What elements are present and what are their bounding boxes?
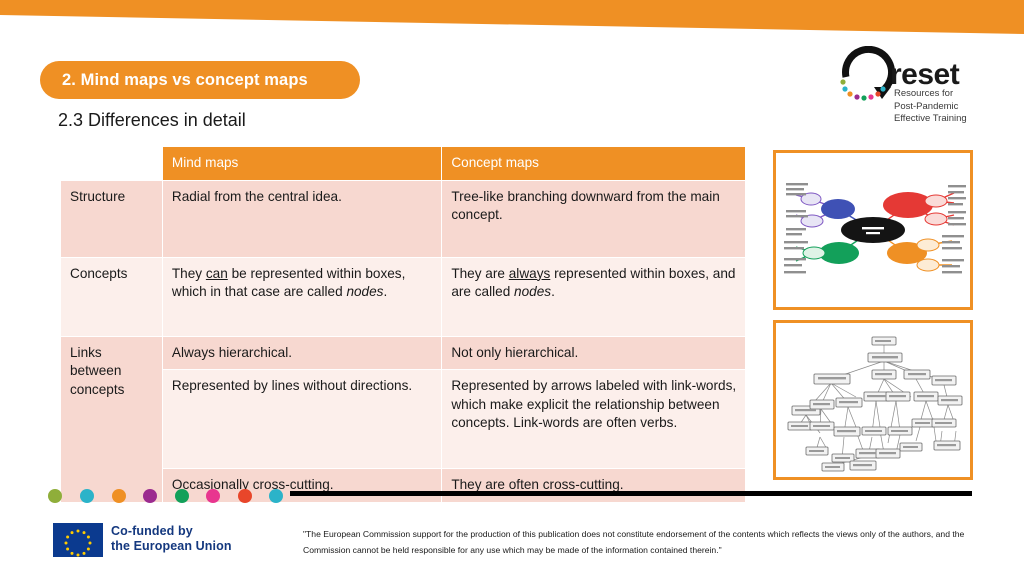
brand-dot <box>206 489 220 503</box>
cell-structure-mind-maps: Radial from the central idea. <box>162 180 442 257</box>
cell-links-3-concept-maps: They are often cross-cutting. <box>442 469 745 502</box>
top-banner <box>0 0 1024 34</box>
cell-links-1-concept-maps: Not only hierarchical. <box>442 336 745 369</box>
cell-links-2-concept-maps: Represented by arrows labeled with link-… <box>442 370 745 468</box>
table-header-mind-maps-label: Mind maps <box>171 155 239 170</box>
text-underlined: can <box>205 265 228 281</box>
table-header-empty <box>61 147 162 180</box>
logo-tagline: Resources for Post-Pandemic Effective Tr… <box>894 88 967 126</box>
brand-dot <box>80 489 94 503</box>
eu-funding-line2: the European Union <box>111 539 232 553</box>
row-label-links-between-concepts: Links between concepts <box>61 336 162 502</box>
logo-tagline-line1: Resources for <box>894 88 954 99</box>
text-fragment: . <box>383 284 388 299</box>
text-fragment: They are <box>451 265 509 281</box>
row-label-structure: Structure <box>61 180 162 257</box>
disclaimer-text: "The European Commission support for the… <box>303 529 965 555</box>
reset-logo: reset Resources for Post-Pandemic Effect… <box>838 45 988 126</box>
page-subtitle: 2.3 Differences in detail <box>58 110 246 130</box>
eu-funding-line1: Co-funded by <box>111 524 193 538</box>
text-italic: nodes <box>514 284 552 299</box>
brand-dot <box>48 489 62 503</box>
table-row-links-1: Links between concepts Always hierarchic… <box>61 336 745 502</box>
cell-links-1-mind-maps: Always hierarchical. <box>162 336 442 369</box>
concept-map-example-image <box>773 320 973 480</box>
brand-dot <box>143 489 157 503</box>
footer-divider <box>290 491 972 496</box>
row-label-concepts: Concepts <box>61 257 162 336</box>
mind-map-example-image <box>773 150 973 310</box>
brand-dot <box>238 489 252 503</box>
brand-dot <box>112 489 126 503</box>
logo-tagline-line2: Post-Pandemic <box>894 100 959 112</box>
brand-dot <box>175 489 189 503</box>
comparison-table: Mind maps Concept maps Structure Radial … <box>60 146 746 503</box>
table-row-links-2: Represented by lines without directions.… <box>61 370 745 468</box>
text-fragment: They <box>171 265 206 281</box>
cell-concepts-concept-maps: They are always represented within boxes… <box>442 257 745 336</box>
cell-links-2-mind-maps: Represented by lines without directions. <box>162 370 442 468</box>
section-title-label: 2. Mind maps vs concept maps <box>62 70 308 89</box>
text-fragment: . <box>551 284 555 299</box>
logo-tagline-line3: Effective Training <box>894 113 967 124</box>
logo-wordmark: reset <box>890 58 960 91</box>
brand-dot <box>269 489 283 503</box>
section-title-pill: 2. Mind maps vs concept maps <box>40 61 360 99</box>
table-row-structure: Structure Radial from the central idea. … <box>61 180 745 257</box>
table-header-concept-maps: Concept maps <box>442 147 745 180</box>
text-underlined: always <box>508 265 551 281</box>
eu-funding-block: Co-funded by the European Union <box>53 523 273 557</box>
table-header-concept-maps-label: Concept maps <box>451 155 539 170</box>
eu-funding-text: Co-funded by the European Union <box>111 524 232 554</box>
table-header-mind-maps: Mind maps <box>162 147 442 180</box>
eu-flag-icon <box>53 523 103 557</box>
table-row-concepts: Concepts They can be represented within … <box>61 257 745 336</box>
cell-structure-concept-maps: Tree-like branching downward from the ma… <box>442 180 745 257</box>
cell-concepts-mind-maps: They can be represented within boxes, wh… <box>162 257 442 336</box>
brand-dots-row <box>48 489 283 505</box>
text-italic: nodes <box>346 284 384 299</box>
table-header-row: Mind maps Concept maps <box>61 147 745 180</box>
